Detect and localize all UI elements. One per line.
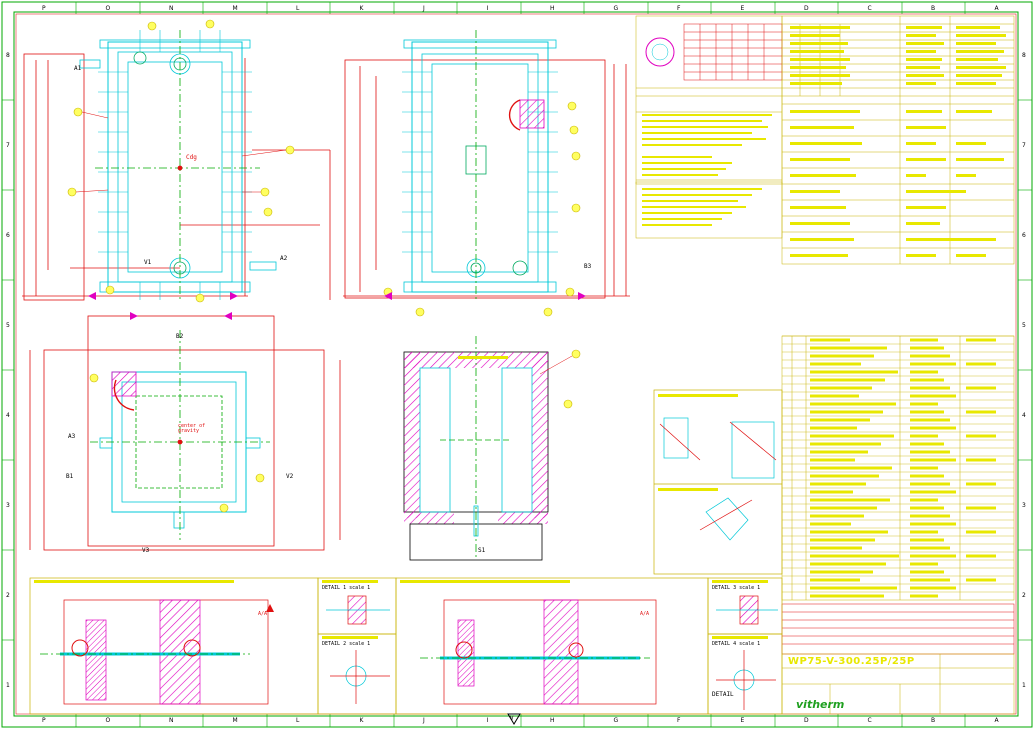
zone-top-M: M — [232, 5, 238, 12]
zone-top-G: G — [613, 5, 619, 12]
zone-top-C: C — [867, 5, 872, 12]
row-left-8: 8 — [6, 52, 10, 59]
center-of-gravity-label: center of gravity — [178, 423, 206, 434]
detail-1-label: DETAIL 1 scale 1 — [322, 585, 371, 591]
zone-bottom-M: M — [232, 717, 238, 724]
zone-bottom-N: N — [169, 717, 174, 724]
zone-bottom-E: E — [740, 717, 745, 724]
row-right-1: 1 — [1022, 682, 1026, 689]
nozzle-b1: B1 — [66, 473, 74, 480]
zone-bottom-L: L — [296, 717, 300, 724]
row-left-2: 2 — [6, 592, 10, 599]
side-view — [343, 30, 630, 317]
zone-bottom-I: I — [486, 717, 489, 724]
detail-2-label: DETAIL 2 scale 1 — [322, 641, 371, 647]
zone-top-N: N — [169, 5, 174, 12]
detail-3-label: DETAIL 3 scale 1 — [712, 585, 761, 591]
zone-top-F: F — [677, 5, 681, 12]
row-left-3: 3 — [6, 502, 10, 509]
zone-top-J: J — [423, 5, 425, 12]
row-left-7: 7 — [6, 142, 10, 149]
row-left-5: 5 — [6, 322, 10, 329]
zone-top-A: A — [994, 5, 999, 12]
nozzle-b3: B3 — [584, 263, 592, 270]
zone-bottom-F: F — [677, 717, 681, 724]
row-right-6: 6 — [1022, 232, 1026, 239]
zone-bottom-H: H — [550, 717, 555, 724]
row-left-4: 4 — [6, 412, 10, 419]
zone-bottom-J: J — [423, 717, 425, 724]
nozzle-v1: V1 — [144, 259, 152, 266]
zone-bottom-K: K — [359, 717, 364, 724]
zone-top-K: K — [359, 5, 364, 12]
detail-marker: DETAIL — [712, 691, 734, 698]
drawing-sheet: P O N M L K J I H G F E D C B A P O N M L K J I H G F E D C B A 8 7 6 5 4 3… — [0, 0, 1034, 729]
nozzle-b2: B2 — [176, 333, 184, 340]
nozzle-v3: V3 — [142, 547, 150, 554]
zone-top-H: H — [550, 5, 555, 12]
zone-bottom-O: O — [105, 717, 111, 724]
nozzle-v2: V2 — [286, 473, 294, 480]
nozzle-a3: A3 — [68, 433, 76, 440]
row-right-7: 7 — [1022, 142, 1026, 149]
row-right-8: 8 — [1022, 52, 1026, 59]
bottom-yellow-bars — [34, 356, 768, 639]
detail-4-label: DETAIL 4 scale 1 — [712, 641, 761, 647]
section-view — [403, 336, 581, 561]
bottom-details — [29, 577, 783, 715]
cog-label: Cdg — [186, 154, 197, 161]
axis-aa-right: A/A — [640, 611, 650, 617]
zone-top-D: D — [804, 5, 809, 12]
row-right-4: 4 — [1022, 412, 1026, 419]
drawing-number: WP75-V-300.25P/25P — [788, 656, 915, 667]
zone-top-B: B — [931, 5, 936, 12]
zone-top-O: O — [105, 5, 111, 12]
row-right-5: 5 — [1022, 322, 1026, 329]
zone-bottom-B: B — [931, 717, 936, 724]
company-logo: vitherm — [796, 698, 845, 711]
zone-top-P: P — [42, 5, 46, 12]
row-left-1: 1 — [6, 682, 10, 689]
row-right-2: 2 — [1022, 592, 1026, 599]
row-right-3: 3 — [1022, 502, 1026, 509]
zone-top-I: I — [486, 5, 489, 12]
detail-boxes-mid — [653, 389, 783, 575]
zone-top-L: L — [296, 5, 300, 12]
parts-list-rows — [782, 335, 1014, 598]
zone-bottom-G: G — [613, 717, 619, 724]
nozzle-a1: A1 — [74, 65, 82, 72]
row-left-6: 6 — [6, 232, 10, 239]
zone-bottom-A: A — [994, 717, 999, 724]
nozzle-a2: A2 — [280, 255, 288, 262]
engineering-drawing — [1, 1, 1033, 728]
zone-bottom-D: D — [804, 717, 809, 724]
zone-top-E: E — [740, 5, 745, 12]
v-marker: V — [510, 715, 514, 722]
axis-aa-left: A/A — [258, 611, 268, 617]
nozzle-s1: S1 — [478, 547, 486, 554]
zone-bottom-P: P — [42, 717, 46, 724]
table-text-top — [642, 26, 1006, 257]
zone-bottom-C: C — [867, 717, 872, 724]
